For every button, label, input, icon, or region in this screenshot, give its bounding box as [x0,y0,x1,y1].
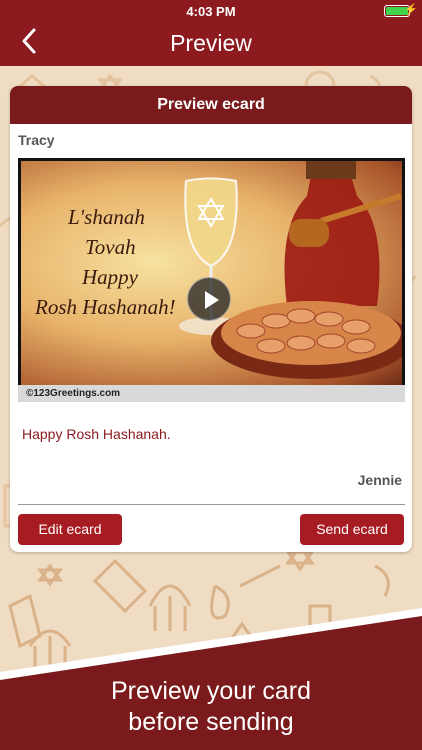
footer-line-2: before sending [128,708,294,736]
ecard-artwork: L'shanah Tovah Happy Rosh Hashanah! [21,161,411,385]
ecard-image[interactable]: L'shanah Tovah Happy Rosh Hashanah! ©123… [18,158,411,402]
send-ecard-button[interactable]: Send ecard [300,514,404,545]
navigation-bar: 4:03 PM ⚡ Preview [0,0,422,66]
ecard-illustration [179,161,411,379]
play-icon[interactable] [187,277,231,321]
greeting-line-4: Rosh Hashanah! [35,295,176,319]
ecard-preview-card: Preview ecard Tracy L'shanah Tovah Happy… [10,86,412,552]
ecard-message: Happy Rosh Hashanah. [22,426,171,442]
greeting-line-1: L'shanah [68,205,145,229]
card-header-title: Preview ecard [10,86,412,124]
greeting-line-3: Happy [82,265,138,289]
ecard-copyright-caption: ©123Greetings.com [18,385,405,402]
greeting-line-2: Tovah [85,235,136,259]
divider [18,504,405,505]
charging-icon: ⚡ [404,4,418,16]
sender-name: Jennie [357,472,402,488]
recipient-name: Tracy [18,132,55,148]
footer-caption: Preview your card before sending [0,676,422,738]
edit-ecard-button[interactable]: Edit ecard [18,514,122,545]
status-time: 4:03 PM [186,4,236,19]
footer-line-1: Preview your card [110,677,312,705]
page-title: Preview [170,30,252,56]
